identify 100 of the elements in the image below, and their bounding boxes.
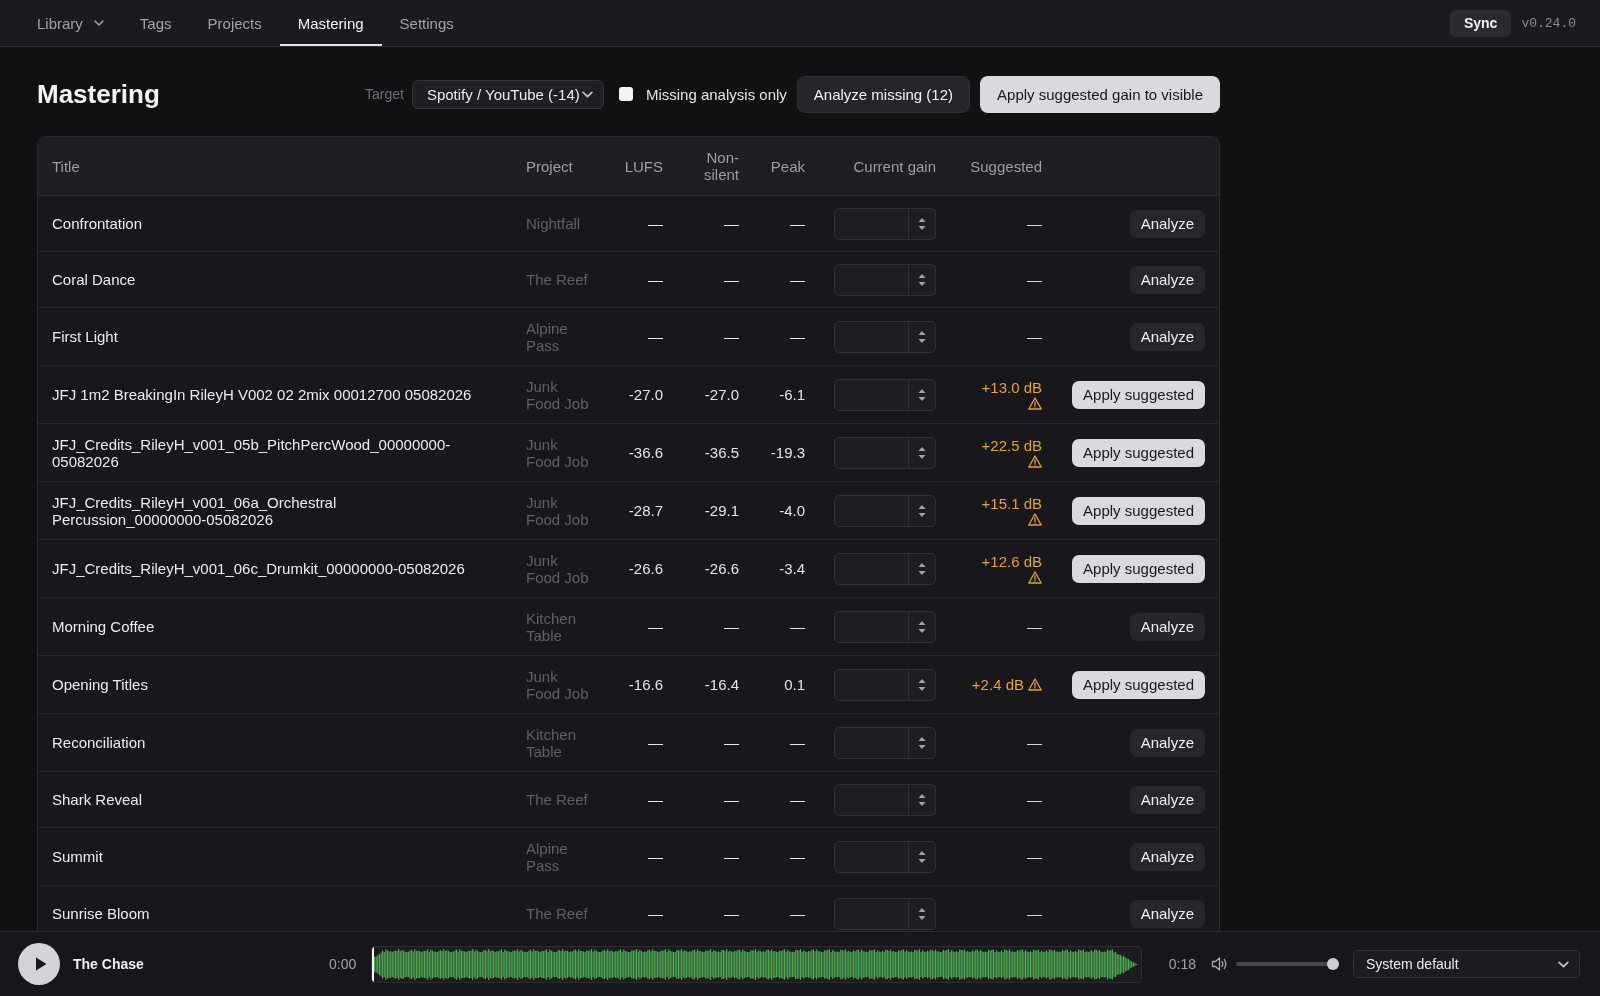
project-name: Junk Food Job — [526, 435, 590, 470]
non-silent-value: -29.1 — [704, 502, 739, 519]
analyze-button[interactable]: Analyze — [1129, 209, 1205, 238]
version-label: v0.24.0 — [1521, 15, 1576, 31]
chevron-down-icon — [93, 20, 104, 26]
gain-field[interactable] — [834, 840, 936, 873]
gain-field[interactable] — [834, 378, 936, 411]
column-header: Suggested — [970, 157, 1042, 175]
nav-tab[interactable]: Mastering — [279, 0, 382, 46]
nav-tab[interactable]: Tags — [121, 0, 190, 46]
stepper-icon[interactable] — [918, 561, 926, 576]
stepper-icon[interactable] — [918, 503, 926, 518]
peak-value: 0.1 — [784, 676, 805, 693]
track-title: JFJ_Credits_RileyH_v001_05b_PitchPercWood_00000000-05082026 — [52, 435, 452, 470]
toolbar-button[interactable]: Apply suggested gain to visible — [980, 75, 1220, 113]
suggested-gain: +12.6 dB — [981, 553, 1042, 570]
stepper-icon[interactable] — [918, 445, 926, 460]
stepper-icon[interactable] — [918, 735, 926, 750]
stepper-icon[interactable] — [918, 216, 926, 231]
column-header: Peak — [770, 157, 805, 175]
track-title: Sunrise Bloom — [52, 905, 150, 922]
analyze-button[interactable]: Analyze — [1129, 785, 1205, 814]
gain-field[interactable] — [834, 320, 936, 353]
peak-value: -6.1 — [779, 386, 805, 403]
non-silent-value: — — [724, 618, 739, 635]
warning-icon — [1028, 397, 1042, 410]
stepper-icon[interactable] — [918, 387, 926, 402]
stepper-icon[interactable] — [918, 272, 926, 287]
gain-field[interactable] — [834, 552, 936, 585]
track-title: Summit — [52, 848, 103, 865]
column-header: Title — [52, 157, 80, 175]
volume-icon[interactable] — [1211, 956, 1228, 972]
gain-field[interactable] — [834, 436, 936, 469]
analyze-button[interactable]: Analyze — [1129, 265, 1205, 294]
lufs-value: -26.6 — [628, 560, 663, 577]
suggested-gain: +15.1 dB — [981, 495, 1042, 512]
project-name: Nightfall — [526, 215, 581, 232]
project-name: Kitchen Table — [526, 609, 578, 644]
track-title: Reconciliation — [52, 734, 146, 751]
lufs-value: — — [648, 328, 663, 345]
track-title: JFJ_Credits_RileyH_v001_06c_Drumkit_00000000-05082026 — [52, 560, 465, 577]
nav-tab[interactable]: Library — [19, 0, 122, 46]
checkbox[interactable] — [618, 87, 633, 101]
elapsed-time: 0:00 — [329, 956, 357, 972]
gain-field[interactable] — [834, 726, 936, 759]
slider-thumb[interactable] — [1327, 958, 1339, 970]
gain-field[interactable] — [834, 783, 936, 816]
analyze-button[interactable]: Analyze — [1129, 728, 1205, 757]
apply-suggested-button[interactable]: Apply suggested — [1072, 496, 1205, 525]
apply-suggested-button[interactable]: Apply suggested — [1072, 554, 1205, 583]
nav-tab[interactable]: Projects — [189, 0, 280, 46]
nav-tab[interactable]: Settings — [381, 0, 472, 46]
duration-time: 0:18 — [1168, 956, 1196, 972]
lufs-value: — — [648, 905, 663, 922]
lufs-value: -36.6 — [628, 444, 663, 461]
stepper-icon[interactable] — [918, 849, 926, 864]
output-select[interactable]: System default — [1353, 950, 1580, 978]
stepper-icon[interactable] — [918, 677, 926, 692]
waveform-seek-bar[interactable] — [371, 945, 1142, 983]
gain-field[interactable] — [834, 668, 936, 701]
gain-field[interactable] — [834, 897, 936, 930]
play-button[interactable] — [18, 943, 60, 985]
gain-field[interactable] — [834, 207, 936, 240]
stepper-icon[interactable] — [918, 329, 926, 344]
column-header: Current gain — [853, 157, 936, 175]
project-name: The Reef — [526, 905, 588, 922]
non-silent-value: — — [724, 905, 739, 922]
chevron-down-icon — [1558, 960, 1569, 968]
gain-field[interactable] — [834, 494, 936, 527]
stepper-icon[interactable] — [918, 792, 926, 807]
analyze-button[interactable]: Analyze — [1129, 322, 1205, 351]
playhead[interactable] — [372, 946, 375, 982]
apply-suggested-button[interactable]: Apply suggested — [1072, 380, 1205, 409]
lufs-value: — — [648, 215, 663, 232]
analyze-button[interactable]: Analyze — [1129, 612, 1205, 641]
lufs-value: — — [648, 848, 663, 865]
apply-suggested-button[interactable]: Apply suggested — [1072, 438, 1205, 467]
sync-button[interactable]: Sync — [1449, 9, 1512, 37]
project-name: Alpine Pass — [526, 319, 569, 354]
suggested-gain: +2.4 dB — [971, 676, 1024, 693]
non-silent-value: — — [724, 328, 739, 345]
non-silent-value: -16.4 — [704, 676, 739, 693]
track-title: First Light — [52, 328, 118, 345]
gain-field[interactable] — [834, 263, 936, 296]
toolbar-button[interactable]: Analyze missing (12) — [796, 75, 971, 113]
gain-field[interactable] — [834, 610, 936, 643]
suggested-gain: +22.5 dB — [981, 437, 1042, 454]
apply-suggested-button[interactable]: Apply suggested — [1072, 670, 1205, 699]
suggested-gain: — — [1027, 848, 1042, 865]
target-select[interactable]: Spotify / YouTube (-14) — [411, 79, 604, 109]
suggested-gain: — — [1027, 734, 1042, 751]
analyze-button[interactable]: Analyze — [1129, 899, 1205, 928]
analyze-button[interactable]: Analyze — [1129, 842, 1205, 871]
track-title: Coral Dance — [52, 271, 136, 288]
warning-icon — [1028, 678, 1042, 691]
peak-value: -3.4 — [779, 560, 805, 577]
non-silent-value: — — [724, 734, 739, 751]
stepper-icon[interactable] — [918, 619, 926, 634]
peak-value: — — [790, 734, 805, 751]
stepper-icon[interactable] — [918, 906, 926, 921]
